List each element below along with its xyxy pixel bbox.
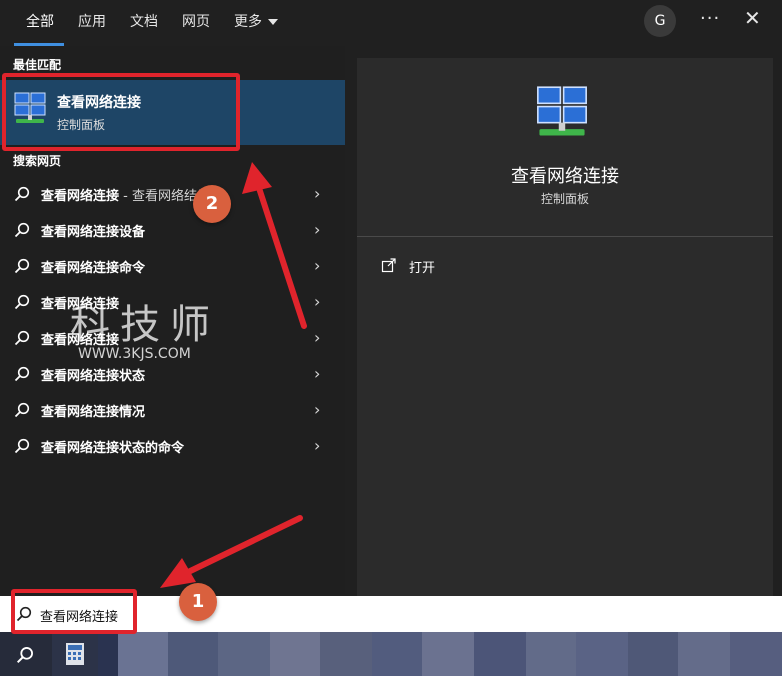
annotation-arrows	[160, 162, 307, 588]
annotation-badge-1: 1	[179, 583, 217, 621]
annotation-badge-2: 2	[193, 185, 231, 223]
